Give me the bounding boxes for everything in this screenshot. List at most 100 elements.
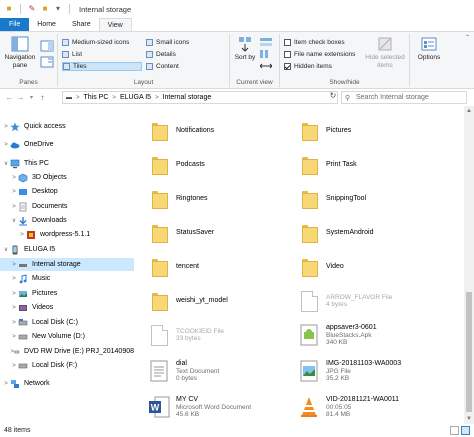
chevron-right-icon[interactable]: > (112, 95, 116, 101)
vertical-scrollbar[interactable]: ▲ ▼ (464, 106, 474, 424)
folder-tile[interactable]: Video (296, 250, 456, 284)
layout-tiles[interactable]: Tiles (62, 62, 142, 71)
tab-view[interactable]: View (98, 18, 132, 31)
nav-eluga[interactable]: ∨ ELUGA I5 (0, 243, 134, 256)
nav-new-volume-d[interactable]: > New Volume (D:) (0, 330, 134, 343)
hide-selected-items-button[interactable]: Hide selected items (364, 36, 406, 70)
nav-pictures[interactable]: > Pictures (0, 287, 134, 300)
nav-local-disk-f[interactable]: > Local Disk (F:) (0, 359, 134, 372)
chevron-right-icon[interactable]: > (10, 291, 18, 297)
nav-dvd-drive-e[interactable]: > DVD RW Drive (E:) PRJ_20140908 (0, 345, 134, 358)
folder-tile[interactable]: Notifications (146, 114, 306, 148)
large-icons-view-icon[interactable] (461, 426, 470, 435)
dropdown-arrow-icon[interactable]: ▾ (53, 4, 63, 14)
nav-this-pc[interactable]: ∨ This PC (0, 157, 134, 170)
chevron-right-icon[interactable]: > (10, 276, 18, 282)
nav-local-disk-c[interactable]: > Local Disk (C:) (0, 316, 134, 329)
scroll-thumb[interactable] (466, 292, 472, 412)
size-columns-icon[interactable] (260, 62, 272, 70)
folder-tile[interactable]: Ringtones (146, 182, 306, 216)
chevron-right-icon[interactable]: > (10, 363, 18, 369)
folder-tile[interactable]: Pictures (296, 114, 456, 148)
scroll-down-icon[interactable]: ▼ (464, 414, 474, 424)
properties-icon[interactable]: ✎ (27, 4, 37, 14)
details-pane-icon[interactable] (40, 56, 54, 68)
tab-share[interactable]: Share (64, 18, 99, 31)
folder-tile[interactable]: tencent (146, 250, 306, 284)
chevron-right-icon[interactable]: > (10, 175, 18, 181)
nav-music[interactable]: > Music (0, 272, 134, 285)
details-view-icon[interactable] (450, 426, 459, 435)
search-input[interactable]: ⚲ Search Internal storage (341, 91, 467, 104)
breadcrumb-eluga[interactable]: ELUGA I5 (120, 94, 151, 101)
chevron-right-icon[interactable]: > (10, 204, 18, 210)
address-input[interactable]: ▬ > This PC > ELUGA I5 > Internal storag… (62, 91, 338, 104)
file-tile[interactable]: dial Text Document 0 bytes (146, 354, 306, 388)
chevron-right-icon[interactable]: > (2, 124, 10, 130)
nav-videos[interactable]: > Videos (0, 301, 134, 314)
group-by-icon[interactable] (260, 38, 272, 46)
chevron-down-icon[interactable]: ∨ (2, 160, 10, 167)
back-arrow-icon[interactable]: ← (4, 93, 15, 102)
new-folder-icon[interactable]: ■ (40, 4, 50, 14)
file-tile-hidden[interactable]: ARROW_FLAVOR File 4 bytes (296, 284, 456, 318)
file-tile-hidden[interactable]: TCOOKIEID File 33 bytes (146, 318, 306, 352)
forward-arrow-icon[interactable]: → (15, 93, 26, 102)
layout-content[interactable]: Content (146, 62, 226, 71)
chevron-right-icon[interactable]: > (10, 334, 18, 340)
chevron-right-icon[interactable]: > (2, 142, 10, 148)
scroll-up-icon[interactable]: ▲ (464, 106, 474, 116)
recent-locations-icon[interactable]: ▾ (26, 94, 37, 101)
add-columns-icon[interactable] (260, 50, 272, 58)
nav-network[interactable]: > Network (0, 377, 134, 390)
nav-quick-access[interactable]: > Quick access (0, 120, 134, 133)
chevron-right-icon[interactable]: > (76, 95, 80, 101)
nav-desktop[interactable]: > Desktop (0, 185, 134, 198)
breadcrumb-internal-storage[interactable]: Internal storage (163, 94, 212, 101)
chevron-right-icon[interactable]: > (155, 95, 159, 101)
nav-internal-storage[interactable]: > Internal storage (0, 258, 134, 271)
tab-home[interactable]: Home (29, 18, 64, 31)
folder-tile[interactable]: SystemAndroid (296, 216, 456, 250)
file-tile[interactable]: appsaver3-0601 BlueStacks.Apk 340 KB (296, 318, 456, 352)
file-tile[interactable]: IMG-20181103-WA0003 JPG File 35.2 KB (296, 354, 456, 388)
collapse-ribbon-icon[interactable]: ⌃ (465, 34, 470, 41)
chevron-right-icon[interactable]: > (18, 232, 26, 238)
options-button[interactable]: Options (414, 36, 444, 62)
svg-text:W: W (151, 403, 160, 413)
hidden-items-toggle[interactable]: Hidden items (284, 62, 332, 71)
preview-pane-icon[interactable] (40, 40, 54, 52)
folder-tile[interactable]: Print Task (296, 148, 456, 182)
breadcrumb-this-pc[interactable]: This PC (84, 94, 109, 101)
layout-medium-icons[interactable]: Medium-sized icons (62, 38, 142, 47)
chevron-right-icon[interactable]: > (10, 262, 18, 268)
folder-tile[interactable]: weishi_yt_model (146, 284, 306, 318)
chevron-down-icon[interactable]: ∨ (10, 217, 18, 224)
chevron-right-icon[interactable]: > (10, 189, 18, 195)
chevron-right-icon[interactable]: > (10, 320, 18, 326)
nav-downloads[interactable]: ∨ Downloads (0, 214, 134, 227)
nav-documents[interactable]: > Documents (0, 200, 134, 213)
nav-wordpress[interactable]: > wordpress-5.1.1 (0, 228, 134, 241)
nav-onedrive[interactable]: > OneDrive (0, 138, 134, 151)
item-check-boxes-toggle[interactable]: Item check boxes (284, 38, 345, 47)
file-tile[interactable]: VID-20181121-WA0011 00:05:05 81.4 MB (296, 390, 456, 424)
folder-tile[interactable]: Podcasts (146, 148, 306, 182)
file-tile[interactable]: W MY CV Microsoft Word Document 45.6 KB (146, 390, 306, 424)
layout-small-icons[interactable]: Small icons (146, 38, 226, 47)
sort-by-button[interactable]: Sort by (234, 36, 256, 62)
chevron-right-icon[interactable]: > (2, 381, 10, 387)
content-icon (146, 63, 153, 70)
file-name-extensions-toggle[interactable]: File name extensions (284, 50, 355, 59)
layout-details[interactable]: Details (146, 50, 226, 59)
chevron-down-icon[interactable]: ∨ (2, 246, 10, 253)
layout-list[interactable]: List (62, 50, 142, 59)
folder-tile[interactable]: SnippingTool (296, 182, 456, 216)
folder-tile[interactable]: StatusSaver (146, 216, 306, 250)
navigation-pane-button[interactable]: Navigation pane (3, 36, 37, 70)
chevron-right-icon[interactable]: > (10, 305, 18, 311)
refresh-icon[interactable]: ↻ (328, 91, 338, 104)
nav-3d-objects[interactable]: > 3D Objects (0, 171, 134, 184)
up-arrow-icon[interactable]: ↑ (37, 93, 48, 102)
tab-file[interactable]: File (0, 18, 30, 31)
